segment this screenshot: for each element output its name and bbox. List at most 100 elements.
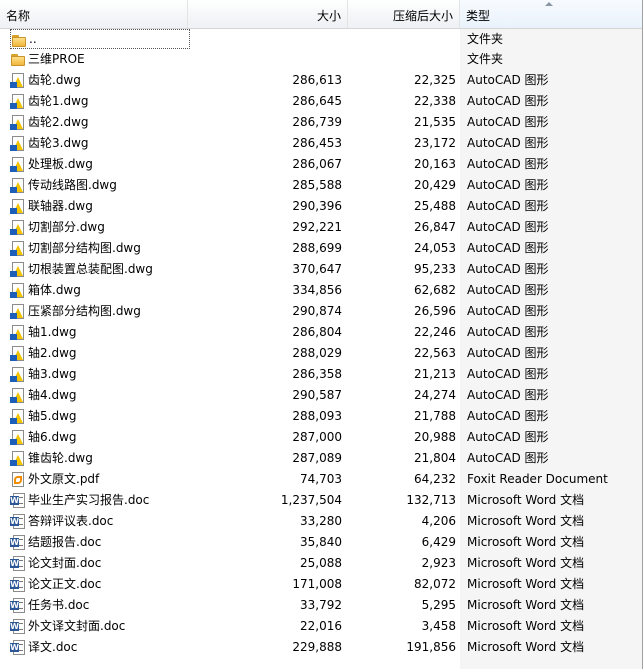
file-row[interactable]: 锥齿轮.dwg 287,089 21,804 AutoCAD 图形 (0, 448, 642, 469)
file-size: 1,237,504 (280, 493, 342, 507)
file-row[interactable]: 切割部分.dwg 292,221 26,847 AutoCAD 图形 (0, 217, 642, 238)
word-doc-icon: W (10, 514, 26, 529)
file-size: 33,792 (300, 598, 342, 612)
file-name-cell[interactable]: W 毕业生产实习报告.doc (10, 490, 188, 511)
file-row[interactable]: W 任务书.doc 33,792 5,295 Microsoft Word 文档 (0, 595, 642, 616)
file-size: 286,739 (292, 115, 342, 129)
file-row[interactable]: 轴1.dwg 286,804 22,246 AutoCAD 图形 (0, 322, 642, 343)
file-row[interactable]: 轴3.dwg 286,358 21,213 AutoCAD 图形 (0, 364, 642, 385)
file-name-cell[interactable]: 锥齿轮.dwg (10, 448, 188, 469)
file-name: 切割部分.dwg (28, 220, 105, 234)
word-doc-icon-part (19, 518, 23, 525)
column-header-bar: 名称 大小 压缩后大小 类型 (0, 0, 642, 29)
file-name-cell[interactable]: 齿轮2.dwg (10, 112, 188, 133)
file-name-cell[interactable]: .. (10, 29, 190, 49)
word-doc-icon-part: W (10, 517, 19, 526)
file-name-cell[interactable]: 轴2.dwg (10, 343, 188, 364)
file-name-cell[interactable]: W 论文正文.doc (10, 574, 188, 595)
file-row[interactable]: 传动线路图.dwg 285,588 20,429 AutoCAD 图形 (0, 175, 642, 196)
file-name-cell[interactable]: 轴5.dwg (10, 406, 188, 427)
file-name-cell[interactable]: 轴4.dwg (10, 385, 188, 406)
file-row[interactable]: .. 文件夹 (0, 29, 642, 49)
packed-size: 26,847 (414, 220, 456, 234)
word-doc-icon-part (19, 623, 23, 630)
packed-size: 95,233 (414, 262, 456, 276)
file-name-cell[interactable]: 联轴器.dwg (10, 196, 188, 217)
file-row[interactable]: 齿轮.dwg 286,613 22,325 AutoCAD 图形 (0, 70, 642, 91)
file-name-cell[interactable]: 三维PROE (10, 49, 188, 70)
file-row[interactable]: 切根装置总装配图.dwg 370,647 95,233 AutoCAD 图形 (0, 259, 642, 280)
dwg-file-icon-part (10, 103, 17, 109)
file-name-cell[interactable]: W 结题报告.doc (10, 532, 188, 553)
column-header-size[interactable]: 大小 (188, 0, 348, 28)
file-size: 286,804 (292, 325, 342, 339)
dwg-file-icon-part (10, 313, 17, 319)
file-name-cell[interactable]: 齿轮.dwg (10, 70, 188, 91)
file-row[interactable]: 齿轮1.dwg 286,645 22,338 AutoCAD 图形 (0, 91, 642, 112)
file-row[interactable]: 箱体.dwg 334,856 62,682 AutoCAD 图形 (0, 280, 642, 301)
file-row[interactable]: W 译文.doc 229,888 191,856 Microsoft Word 文档 (0, 637, 642, 658)
file-row[interactable]: 轴5.dwg 288,093 21,788 AutoCAD 图形 (0, 406, 642, 427)
file-name-cell[interactable]: 传动线路图.dwg (10, 175, 188, 196)
file-row[interactable]: 齿轮2.dwg 286,739 21,535 AutoCAD 图形 (0, 112, 642, 133)
file-row[interactable]: W 答辩评议表.doc 33,280 4,206 Microsoft Word 文档 (0, 511, 642, 532)
file-name: 外文原文.pdf (28, 472, 100, 486)
word-doc-icon-part (19, 497, 23, 504)
column-header-name[interactable]: 名称 (0, 0, 188, 28)
file-name-cell[interactable]: 轴3.dwg (10, 364, 188, 385)
file-name-cell[interactable]: 齿轮1.dwg (10, 91, 188, 112)
dwg-file-icon-part (10, 250, 17, 256)
packed-size: 20,163 (414, 157, 456, 171)
file-row[interactable]: W 论文封面.doc 25,088 2,923 Microsoft Word 文档 (0, 553, 642, 574)
packed-size: 22,338 (414, 94, 456, 108)
file-type: AutoCAD 图形 (467, 94, 549, 108)
file-row[interactable]: 齿轮3.dwg 286,453 23,172 AutoCAD 图形 (0, 133, 642, 154)
file-row[interactable]: 轴6.dwg 287,000 20,988 AutoCAD 图形 (0, 427, 642, 448)
file-size (188, 29, 342, 50)
file-list-view[interactable]: 名称 大小 压缩后大小 类型 .. 文件夹 三维PROE 文件夹 齿轮.dwg 286,6… (0, 0, 643, 669)
file-name-cell[interactable]: 切割部分结构图.dwg (10, 238, 188, 259)
packed-size: 20,429 (414, 178, 456, 192)
file-row[interactable]: 轴2.dwg 288,029 22,563 AutoCAD 图形 (0, 343, 642, 364)
file-row[interactable]: 压紧部分结构图.dwg 290,874 26,596 AutoCAD 图形 (0, 301, 642, 322)
file-name-cell[interactable]: W 论文封面.doc (10, 553, 188, 574)
file-size: 288,699 (292, 241, 342, 255)
packed-size: 20,988 (414, 430, 456, 444)
dwg-file-icon (10, 241, 26, 256)
file-row[interactable]: 轴4.dwg 290,587 24,274 AutoCAD 图形 (0, 385, 642, 406)
file-name-cell[interactable]: 箱体.dwg (10, 280, 188, 301)
file-name-cell[interactable]: W 任务书.doc (10, 595, 188, 616)
file-name-cell[interactable]: 轴6.dwg (10, 427, 188, 448)
file-name-cell[interactable]: W 答辩评议表.doc (10, 511, 188, 532)
pdf-file-icon-part (14, 476, 22, 484)
file-row[interactable]: W 外文译文封面.doc 22,016 3,458 Microsoft Word 文档 (0, 616, 642, 637)
word-doc-icon-part: W (10, 622, 19, 631)
file-row[interactable]: 外文原文.pdf 74,703 64,232 Foxit Reader Documen… (0, 469, 642, 490)
file-type: 文件夹 (467, 32, 504, 46)
file-name-cell[interactable]: 处理板.dwg (10, 154, 188, 175)
file-name: 齿轮2.dwg (28, 115, 89, 129)
file-name-cell[interactable]: W 外文译文封面.doc (10, 616, 188, 637)
file-row[interactable]: 联轴器.dwg 290,396 25,488 AutoCAD 图形 (0, 196, 642, 217)
file-row[interactable]: 三维PROE 文件夹 (0, 49, 642, 70)
word-doc-icon: W (10, 556, 26, 571)
column-header-packed-size[interactable]: 压缩后大小 (348, 0, 460, 28)
file-type: AutoCAD 图形 (467, 199, 549, 213)
file-row[interactable]: W 毕业生产实习报告.doc 1,237,504 132,713 Microsoft W… (0, 490, 642, 511)
file-row[interactable]: 处理板.dwg 286,067 20,163 AutoCAD 图形 (0, 154, 642, 175)
packed-size: 24,053 (414, 241, 456, 255)
folder-icon (10, 52, 26, 67)
file-row[interactable]: W 结题报告.doc 35,840 6,429 Microsoft Word 文档 (0, 532, 642, 553)
file-name-cell[interactable]: 切割部分.dwg (10, 217, 188, 238)
dwg-file-icon (10, 409, 26, 424)
file-name-cell[interactable]: 轴1.dwg (10, 322, 188, 343)
file-row[interactable]: W 论文正文.doc 171,008 82,072 Microsoft Word 文档 (0, 574, 642, 595)
file-type: Microsoft Word 文档 (467, 640, 585, 654)
file-name-cell[interactable]: 外文原文.pdf (10, 469, 188, 490)
file-name-cell[interactable]: 压紧部分结构图.dwg (10, 301, 188, 322)
file-row[interactable]: 切割部分结构图.dwg 288,699 24,053 AutoCAD 图形 (0, 238, 642, 259)
dwg-file-icon (10, 346, 26, 361)
file-name-cell[interactable]: 切根装置总装配图.dwg (10, 259, 188, 280)
file-name-cell[interactable]: W 译文.doc (10, 637, 188, 658)
file-name-cell[interactable]: 齿轮3.dwg (10, 133, 188, 154)
